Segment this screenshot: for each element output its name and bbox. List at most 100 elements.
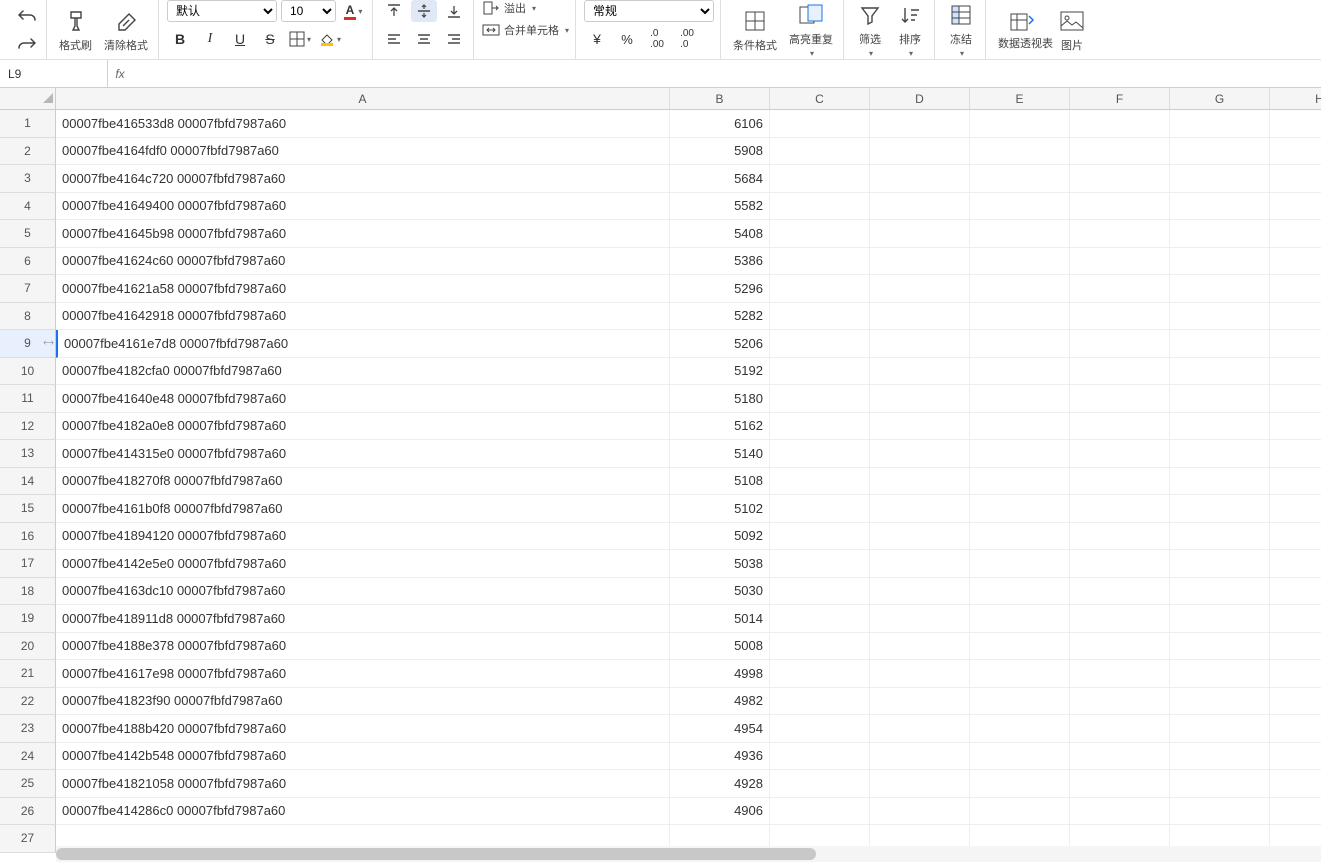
cell[interactable] — [970, 110, 1070, 138]
cell[interactable] — [870, 743, 970, 771]
cell[interactable] — [1070, 715, 1170, 743]
cell[interactable] — [1170, 495, 1270, 523]
cell[interactable] — [1170, 358, 1270, 386]
cell[interactable] — [1070, 578, 1170, 606]
cell[interactable] — [1070, 110, 1170, 138]
cell[interactable] — [1170, 413, 1270, 441]
cell[interactable]: 00007fbe41621a58 00007fbfd7987a60 — [56, 275, 670, 303]
cell[interactable] — [1070, 220, 1170, 248]
cell[interactable]: 5296 — [670, 275, 770, 303]
cell[interactable] — [1270, 440, 1321, 468]
cell[interactable] — [970, 550, 1070, 578]
highlight-duplicates-button[interactable]: 高亮重复 ▾ — [785, 0, 837, 60]
cell[interactable] — [1070, 193, 1170, 221]
cell[interactable] — [1270, 770, 1321, 798]
cell[interactable] — [770, 770, 870, 798]
row-header[interactable]: 20 — [0, 633, 56, 661]
cell[interactable] — [770, 605, 870, 633]
cell[interactable]: 5408 — [670, 220, 770, 248]
row-header[interactable]: 6 — [0, 248, 56, 276]
strikethrough-button[interactable]: S — [257, 28, 283, 50]
cell[interactable] — [1270, 688, 1321, 716]
row-header[interactable]: 14 — [0, 468, 56, 496]
row-header[interactable]: 5 — [0, 220, 56, 248]
cell[interactable] — [1170, 303, 1270, 331]
cell[interactable] — [970, 138, 1070, 166]
cell[interactable]: 00007fbe4188e378 00007fbfd7987a60 — [56, 633, 670, 661]
cell[interactable]: 00007fbe4182cfa0 00007fbfd7987a60 — [56, 358, 670, 386]
cell[interactable]: 4954 — [670, 715, 770, 743]
cell[interactable] — [870, 605, 970, 633]
row-header[interactable]: 17 — [0, 550, 56, 578]
cell[interactable] — [1170, 578, 1270, 606]
conditional-format-button[interactable]: 条件格式 — [729, 5, 781, 55]
formula-input[interactable] — [132, 60, 1321, 87]
cell[interactable] — [1170, 798, 1270, 826]
cell[interactable]: 6106 — [670, 110, 770, 138]
select-all-corner[interactable] — [0, 88, 56, 110]
cell[interactable]: 00007fbe4142b548 00007fbfd7987a60 — [56, 743, 670, 771]
cell[interactable] — [1070, 385, 1170, 413]
cell[interactable] — [1170, 688, 1270, 716]
valign-bottom-button[interactable] — [441, 0, 467, 22]
cell[interactable] — [1170, 248, 1270, 276]
cell[interactable] — [1170, 385, 1270, 413]
cell[interactable] — [1070, 275, 1170, 303]
cell[interactable]: 5180 — [670, 385, 770, 413]
column-header-H[interactable]: H — [1270, 88, 1321, 110]
cell[interactable]: 5008 — [670, 633, 770, 661]
cell[interactable] — [970, 578, 1070, 606]
cell[interactable] — [1270, 468, 1321, 496]
cell[interactable] — [1070, 743, 1170, 771]
cell[interactable] — [770, 688, 870, 716]
format-painter-button[interactable]: 格式刷 — [55, 5, 96, 55]
italic-button[interactable]: I — [197, 28, 223, 50]
cell[interactable]: 5684 — [670, 165, 770, 193]
row-header[interactable]: 22 — [0, 688, 56, 716]
cell[interactable]: 5092 — [670, 523, 770, 551]
cell[interactable]: 00007fbe41640e48 00007fbfd7987a60 — [56, 385, 670, 413]
cell[interactable] — [870, 110, 970, 138]
clear-format-button[interactable]: 清除格式 — [100, 5, 152, 55]
halign-center-button[interactable] — [411, 28, 437, 50]
cell[interactable] — [1070, 165, 1170, 193]
insert-image-button[interactable]: 图片 — [1054, 5, 1090, 55]
cell[interactable]: 00007fbe4182a0e8 00007fbfd7987a60 — [56, 413, 670, 441]
cell[interactable]: 00007fbe4164c720 00007fbfd7987a60 — [56, 165, 670, 193]
cell[interactable]: 00007fbe4164fdf0 00007fbfd7987a60 — [56, 138, 670, 166]
valign-middle-button[interactable] — [411, 0, 437, 22]
cell[interactable]: 5206 — [670, 330, 770, 358]
cell[interactable] — [770, 358, 870, 386]
column-header-F[interactable]: F — [1070, 88, 1170, 110]
cell[interactable] — [770, 743, 870, 771]
cell[interactable] — [970, 743, 1070, 771]
freeze-button[interactable]: 冻结 ▾ — [943, 0, 979, 60]
cell[interactable] — [870, 495, 970, 523]
cell[interactable] — [870, 688, 970, 716]
row-header[interactable]: 26 — [0, 798, 56, 826]
cell[interactable] — [870, 578, 970, 606]
cell[interactable] — [1170, 605, 1270, 633]
cell[interactable] — [770, 633, 870, 661]
cell[interactable]: 5014 — [670, 605, 770, 633]
cell[interactable] — [770, 413, 870, 441]
cell[interactable] — [1070, 633, 1170, 661]
row-header[interactable]: 1 — [0, 110, 56, 138]
cell[interactable] — [770, 550, 870, 578]
cell[interactable] — [1170, 743, 1270, 771]
cell[interactable] — [1270, 413, 1321, 441]
cell[interactable] — [870, 413, 970, 441]
fill-color-button[interactable]: ▾ — [317, 28, 343, 50]
cell[interactable] — [1270, 193, 1321, 221]
cell[interactable]: 00007fbe418270f8 00007fbfd7987a60 — [56, 468, 670, 496]
column-header-G[interactable]: G — [1170, 88, 1270, 110]
row-header[interactable]: 24 — [0, 743, 56, 771]
row-header[interactable]: 12 — [0, 413, 56, 441]
cell[interactable] — [970, 468, 1070, 496]
row-header[interactable]: 8 — [0, 303, 56, 331]
cell[interactable] — [870, 330, 970, 358]
cell[interactable] — [1270, 550, 1321, 578]
cell[interactable] — [1270, 633, 1321, 661]
row-header[interactable]: 9⤢ — [0, 330, 56, 358]
cell[interactable] — [1170, 550, 1270, 578]
